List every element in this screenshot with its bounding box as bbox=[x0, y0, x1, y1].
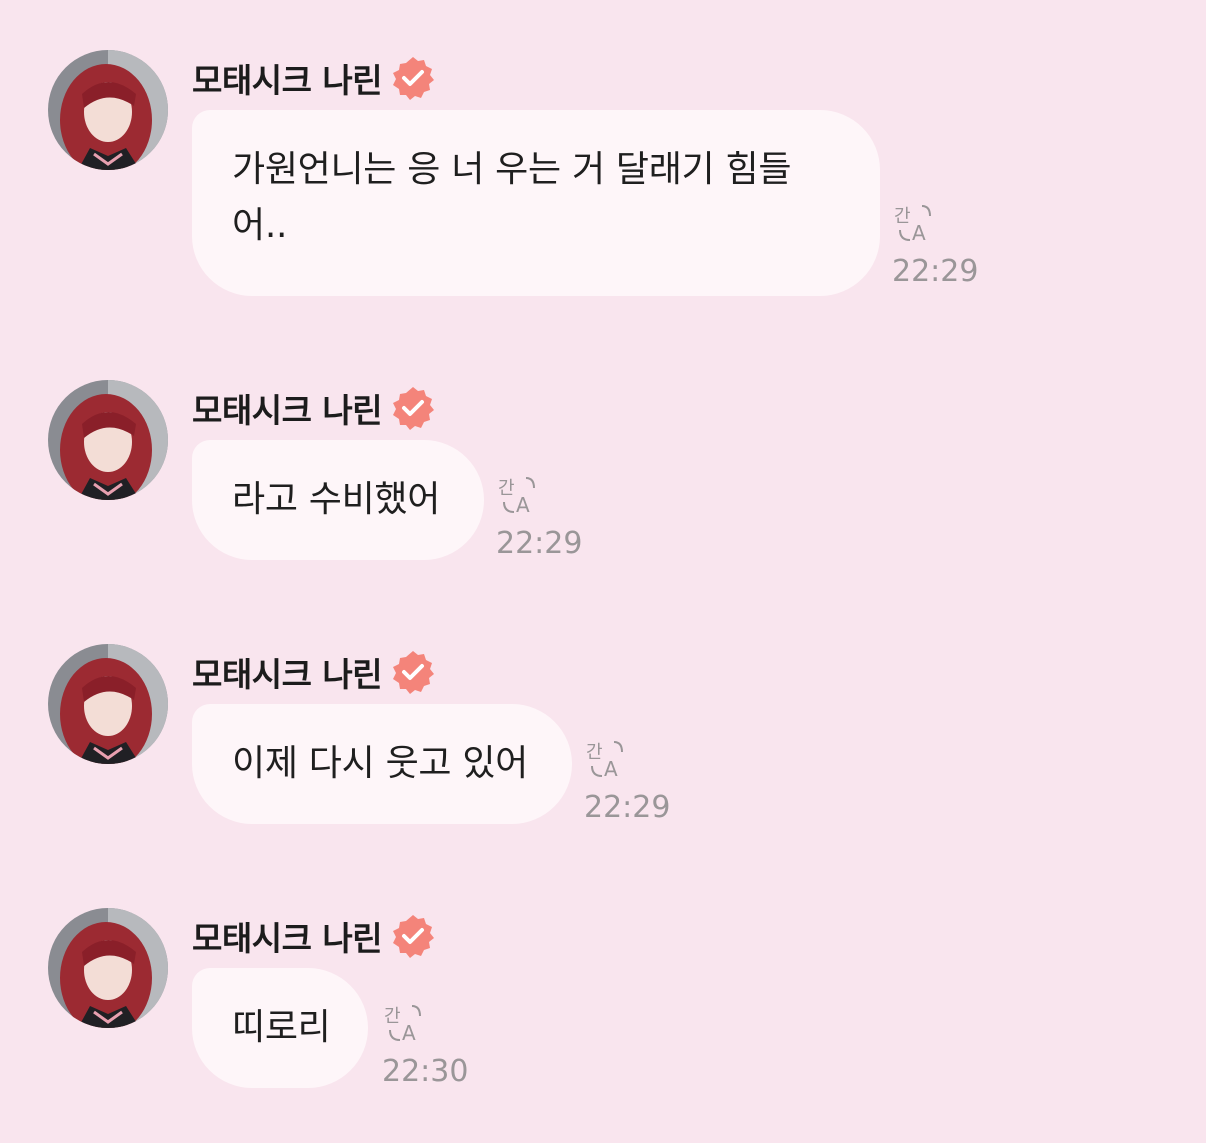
timestamp: 22:29 bbox=[892, 254, 979, 289]
verified-badge-icon bbox=[390, 649, 436, 695]
translate-icon[interactable]: 간 A bbox=[584, 738, 628, 782]
message-meta: 간 A 22:30 bbox=[382, 1002, 468, 1089]
timestamp: 22:29 bbox=[584, 790, 671, 825]
translate-icon[interactable]: 간 A bbox=[892, 202, 936, 246]
message-text: 띠로리 bbox=[232, 1007, 331, 1048]
timestamp: 22:29 bbox=[496, 526, 583, 561]
avatar[interactable] bbox=[48, 380, 168, 500]
svg-text:A: A bbox=[516, 493, 530, 517]
message-text: 라고 수비했어 bbox=[232, 479, 441, 520]
sender-name: 모태시크 나린 bbox=[192, 391, 383, 430]
avatar[interactable] bbox=[48, 644, 168, 764]
message-meta: 간 A 22:29 bbox=[892, 202, 978, 289]
message-item: 모태시크 나린 이제 다시 웃고 있어 간 A 22:29 bbox=[0, 644, 1206, 825]
message-bubble[interactable]: 라고 수비했어 bbox=[192, 440, 484, 560]
svg-text:A: A bbox=[912, 221, 926, 245]
message-bubble[interactable]: 가원언니는 응 너 우는 거 달래기 힘들 어.. bbox=[192, 110, 880, 296]
sender-name: 모태시크 나린 bbox=[192, 655, 383, 694]
svg-text:간: 간 bbox=[384, 1006, 401, 1027]
translate-icon[interactable]: 간 A bbox=[496, 474, 540, 518]
verified-badge-icon bbox=[390, 913, 436, 959]
verified-badge-icon bbox=[390, 55, 436, 101]
verified-badge-icon bbox=[390, 385, 436, 431]
message-bubble[interactable]: 이제 다시 웃고 있어 bbox=[192, 704, 572, 824]
svg-text:간: 간 bbox=[498, 478, 515, 499]
avatar[interactable] bbox=[48, 908, 168, 1028]
svg-text:간: 간 bbox=[894, 206, 911, 227]
svg-text:간: 간 bbox=[586, 742, 603, 763]
avatar[interactable] bbox=[48, 50, 168, 170]
sender-name: 모태시크 나린 bbox=[192, 61, 383, 100]
message-item: 모태시크 나린 가원언니는 응 너 우는 거 달래기 힘들 어.. 간 A 22… bbox=[0, 50, 1206, 300]
message-text-line: 가원언니는 응 너 우는 거 달래기 힘들 bbox=[232, 149, 792, 190]
message-meta: 간 A 22:29 bbox=[496, 474, 582, 561]
message-item: 모태시크 나린 라고 수비했어 간 A 22:29 bbox=[0, 380, 1206, 561]
message-item: 모태시크 나린 띠로리 간 A 22:30 bbox=[0, 908, 1206, 1089]
timestamp: 22:30 bbox=[382, 1054, 469, 1089]
message-bubble[interactable]: 띠로리 bbox=[192, 968, 368, 1088]
message-meta: 간 A 22:29 bbox=[584, 738, 670, 825]
svg-text:A: A bbox=[402, 1021, 416, 1045]
sender-name: 모태시크 나린 bbox=[192, 919, 383, 958]
message-text: 이제 다시 웃고 있어 bbox=[232, 743, 528, 784]
message-text-line: 어.. bbox=[232, 205, 288, 246]
translate-icon[interactable]: 간 A bbox=[382, 1002, 426, 1046]
svg-text:A: A bbox=[604, 757, 618, 781]
